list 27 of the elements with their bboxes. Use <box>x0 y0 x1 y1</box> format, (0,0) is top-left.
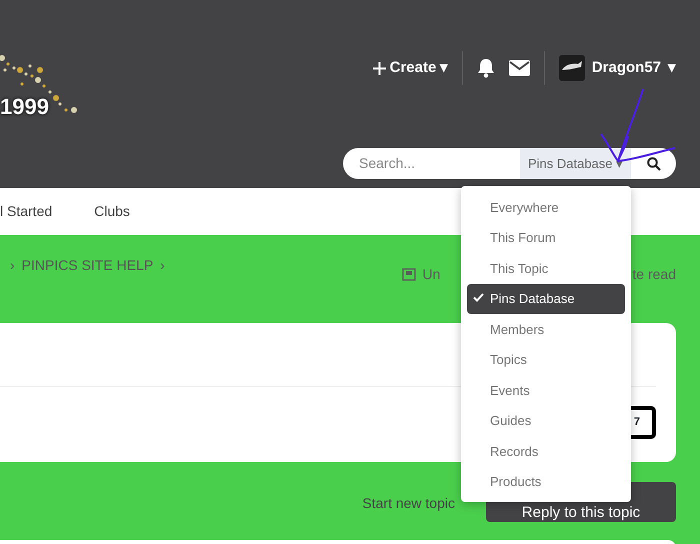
search-icon[interactable] <box>646 156 660 170</box>
breadcrumb-separator: › <box>160 256 165 275</box>
bell-icon[interactable] <box>476 58 495 78</box>
search-field[interactable]: Search... <box>343 148 520 179</box>
nav-link[interactable]: l Started <box>0 201 52 222</box>
check-icon <box>473 292 484 302</box>
mark-read-link[interactable]: te read <box>632 264 676 285</box>
newspaper-icon <box>402 268 416 281</box>
nav-link[interactable]: Clubs <box>94 201 130 222</box>
create-link[interactable]: Create ▾ <box>373 56 448 80</box>
breadcrumb-separator: › <box>10 256 15 275</box>
menu-item[interactable]: Records <box>467 436 625 466</box>
avatar-icon <box>558 55 585 81</box>
breadcrumb-link[interactable]: PINPICS SITE HELP <box>22 255 154 276</box>
menu-item[interactable]: Events <box>467 375 625 406</box>
menu-item[interactable]: This Topic <box>467 253 625 284</box>
menu-item[interactable]: This Forum <box>467 222 625 253</box>
logo-text: 1999 <box>0 93 49 121</box>
menu-item[interactable]: Everywhere <box>467 192 625 222</box>
menu-item[interactable]: Topics <box>467 344 625 375</box>
mail-icon[interactable] <box>508 60 530 76</box>
user-menu[interactable]: Dragon57 ▾ <box>558 55 676 81</box>
menu-item[interactable]: Pins Database <box>467 284 625 314</box>
menu-item[interactable]: Members <box>467 314 625 344</box>
start-topic-link[interactable]: Start new topic <box>362 493 455 514</box>
plus-icon <box>373 62 386 74</box>
unread-link[interactable]: Un <box>422 264 440 285</box>
